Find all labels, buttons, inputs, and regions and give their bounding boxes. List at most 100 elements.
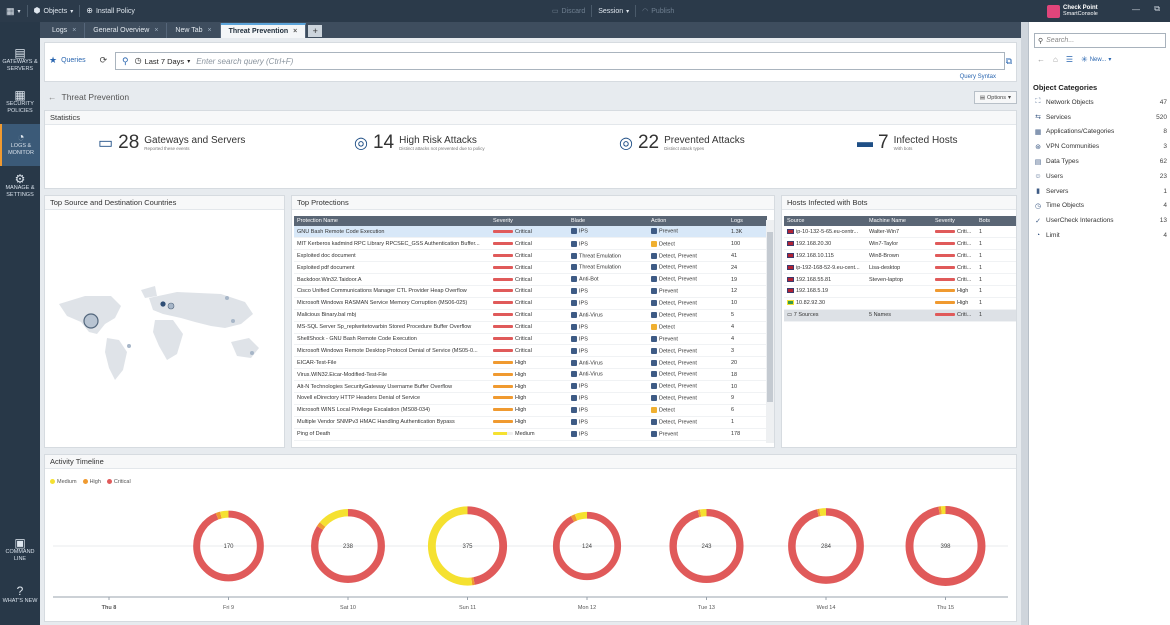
discard-button[interactable]: ▭ Discard — [546, 0, 591, 22]
nav-gateways-servers[interactable]: ▤ GATEWAYS & SERVERS — [0, 40, 40, 82]
table-row[interactable]: Microsoft WINS Local Privilege Escalatio… — [294, 404, 767, 417]
table-row[interactable]: 192.168.20.30 Win7-Taylor Criti... 1 — [784, 237, 1016, 251]
column-header[interactable]: Logs — [728, 216, 767, 226]
back-arrow-icon[interactable]: ← — [48, 92, 57, 102]
legend-item[interactable]: Critical — [106, 479, 131, 485]
world-map[interactable] — [45, 210, 284, 447]
table-row[interactable]: 192.168.10.115 Win8-Brown Criti... 1 — [784, 249, 1016, 263]
close-icon[interactable]: × — [293, 28, 297, 35]
nav-command-line[interactable]: ▣ COMMAND LINE — [0, 530, 40, 572]
object-search-input[interactable]: ⚲ Search... — [1034, 33, 1166, 48]
list-view-icon[interactable]: ☰ — [1066, 55, 1073, 64]
table-row[interactable]: ip-192-168-52-9.eu-cent... Lisa-desktop Cr… — [784, 261, 1016, 275]
table-row[interactable]: Ping of Death Medium IPS Prevent 178 — [294, 428, 767, 441]
query-syntax-link[interactable]: Query Syntax — [960, 74, 996, 80]
category-item[interactable]: ✓ UserCheck Interactions 13 — [1033, 213, 1167, 228]
category-item[interactable]: ⛶ Network Objects 47 — [1033, 95, 1167, 110]
table-row[interactable]: MIT Kerberos kadmind RPC Library RPCSEC_… — [294, 237, 767, 251]
category-item[interactable]: ▮ Servers 1 — [1033, 184, 1167, 199]
session-menu-button[interactable]: Session ▾ — [592, 0, 635, 22]
nav-logs-monitor[interactable]: ◔ LOGS & MONITOR — [0, 124, 40, 166]
scrollbar[interactable] — [766, 220, 774, 443]
day-label: Thu 15 — [937, 605, 954, 611]
queries-button[interactable]: ★ Queries ⟳ — [49, 56, 107, 65]
close-icon[interactable]: × — [208, 27, 212, 34]
add-tab-button[interactable]: + — [308, 25, 323, 37]
tab-general-overview[interactable]: General Overview × — [85, 23, 168, 38]
install-policy-button[interactable]: ⊕ Install Policy — [80, 0, 141, 22]
shield-icon — [571, 228, 577, 235]
objects-menu-button[interactable]: ⬢ Objects ▾ — [28, 0, 80, 22]
table-row[interactable]: Microsoft Windows RASMAN Service Memory … — [294, 297, 767, 310]
restore-window-icon[interactable]: ⧉ — [1154, 4, 1160, 14]
category-item[interactable]: ◔ Limit 4 — [1033, 228, 1167, 243]
table-row[interactable]: 192.168.5.19 High 1 — [784, 285, 1016, 298]
column-header[interactable]: Protection Name — [294, 216, 490, 226]
category-item[interactable]: ▤ Data Types 62 — [1033, 154, 1167, 169]
blade-cell: IPS — [568, 226, 648, 239]
column-header[interactable]: Blade — [568, 216, 648, 226]
column-header[interactable]: Machine Name — [866, 216, 932, 226]
column-header[interactable]: Severity — [490, 216, 568, 226]
stat-prevented[interactable]: ◎ 22 Prevented Attacks Distinct attack ty… — [619, 132, 745, 154]
scrollbar-thumb[interactable] — [767, 232, 773, 402]
table-row[interactable]: Alt-N Technologies SecurityGateway Usern… — [294, 380, 767, 393]
nav-security-policies[interactable]: ▦ SECURITY POLICIES — [0, 82, 40, 124]
close-icon[interactable]: × — [72, 27, 76, 34]
back-arrow-icon[interactable]: ← — [1037, 55, 1045, 64]
legend-item[interactable]: High — [82, 479, 101, 485]
table-row[interactable]: 10.82.92.30 High 1 — [784, 297, 1016, 310]
table-row[interactable]: ip-10-132-5-65.eu-centr... Walter-Win7 Cri… — [784, 226, 1016, 239]
category-item[interactable]: ◷ Time Objects 4 — [1033, 199, 1167, 214]
legend-item[interactable]: Medium — [50, 479, 77, 485]
search-input[interactable]: Enter search query (Ctrl+F) — [196, 57, 293, 66]
stat-gateways[interactable]: ▭ 28 Gateways and Servers Reported these … — [98, 132, 245, 154]
close-icon[interactable]: × — [154, 27, 158, 34]
app-menu-button[interactable]: ▦ ▾ — [0, 0, 27, 22]
category-item[interactable]: ☺ Users 23 — [1033, 169, 1167, 184]
tab-logs[interactable]: Logs × — [44, 23, 86, 38]
nav-whats-new[interactable]: ? WHAT'S NEW — [0, 575, 40, 617]
options-button[interactable]: ▤ Options ▾ — [973, 91, 1017, 104]
time-range-selector[interactable]: ◷ Last 7 Days ▾ — [135, 57, 191, 66]
table-row[interactable]: 192.168.55.81 Steven-laptop Criti... 1 — [784, 273, 1016, 286]
category-item[interactable]: ⊛ VPN Communities 3 — [1033, 139, 1167, 154]
category-name: Users — [1046, 172, 1063, 180]
table-row[interactable]: Backdoor.Win32.Taidoor.A Critical Anti-Bot… — [294, 273, 767, 286]
category-item[interactable]: ⇆ Services 520 — [1033, 110, 1167, 125]
category-item[interactable]: ▦ Applications/Categories 8 — [1033, 125, 1167, 140]
column-header[interactable]: Severity — [932, 216, 976, 226]
table-row[interactable]: Exploited doc document Critical Threat Emu… — [294, 249, 767, 263]
new-object-button[interactable]: ✳ New... ▾ — [1081, 55, 1111, 64]
table-row[interactable]: ShellShock - GNU Bash Remote Code Execut… — [294, 333, 767, 346]
column-header[interactable]: Source — [784, 216, 866, 226]
stat-infected-hosts[interactable]: ▬ 7 Infected Hosts With bots — [857, 132, 958, 154]
table-row[interactable]: Cisco Unified Communications Manager CTL… — [294, 285, 767, 298]
copy-icon[interactable]: ⧉ — [1006, 56, 1012, 67]
search-query-box[interactable]: ⚲ ◷ Last 7 Days ▾ Enter search query (Ct… — [115, 52, 1005, 70]
table-row[interactable]: Exploited pdf document Critical Threat Emu… — [294, 261, 767, 275]
stat-number: 7 — [878, 132, 889, 153]
table-row[interactable]: EICAR-Test-File High Anti-Virus Detect, Pre… — [294, 356, 767, 370]
table-row[interactable]: GNU Bash Remote Code Execution Critical IP… — [294, 226, 767, 239]
table-row[interactable]: Multiple Vendor SNMPv3 HMAC Handling Aut… — [294, 416, 767, 429]
refresh-icon[interactable]: ⟳ — [100, 56, 108, 65]
column-header[interactable]: Bots — [976, 216, 1016, 226]
publish-button[interactable]: ◠ Publish — [636, 0, 680, 22]
nav-manage-settings[interactable]: ⚙ MANAGE & SETTINGS — [0, 166, 40, 208]
severity-label: Critical — [515, 276, 532, 283]
activity-timeline-chart[interactable]: Thu 8 Fri 9 170 Sat 10 238 Sun 11 375 Mon 12 124… — [45, 469, 1016, 622]
column-header[interactable]: Action — [648, 216, 728, 226]
tab-threat-prevention[interactable]: Threat Prevention × — [220, 23, 307, 38]
table-row[interactable]: Microsoft Windows Remote Desktop Protoco… — [294, 344, 767, 358]
minimize-icon[interactable]: — — [1132, 5, 1140, 14]
table-row[interactable]: Virus.WIN32.Eicar-Modified-Test-File High… — [294, 368, 767, 382]
table-row[interactable]: MS-SQL Server Sp_replwritetovarbin Store… — [294, 321, 767, 334]
table-row[interactable]: Malicious Binary.bal mbj Critical Anti-Vir… — [294, 309, 767, 322]
stat-high-risk[interactable]: ◎ 14 High Risk Attacks Distinct attacks n… — [354, 132, 485, 154]
table-row[interactable]: Novell eDirectory HTTP Headers Denial of… — [294, 392, 767, 405]
home-icon[interactable]: ⌂ — [1053, 55, 1058, 64]
cube-icon: ⬢ — [33, 6, 41, 15]
severity-cell: Medium — [490, 428, 568, 441]
tab-new-tab[interactable]: New Tab × — [167, 23, 221, 38]
